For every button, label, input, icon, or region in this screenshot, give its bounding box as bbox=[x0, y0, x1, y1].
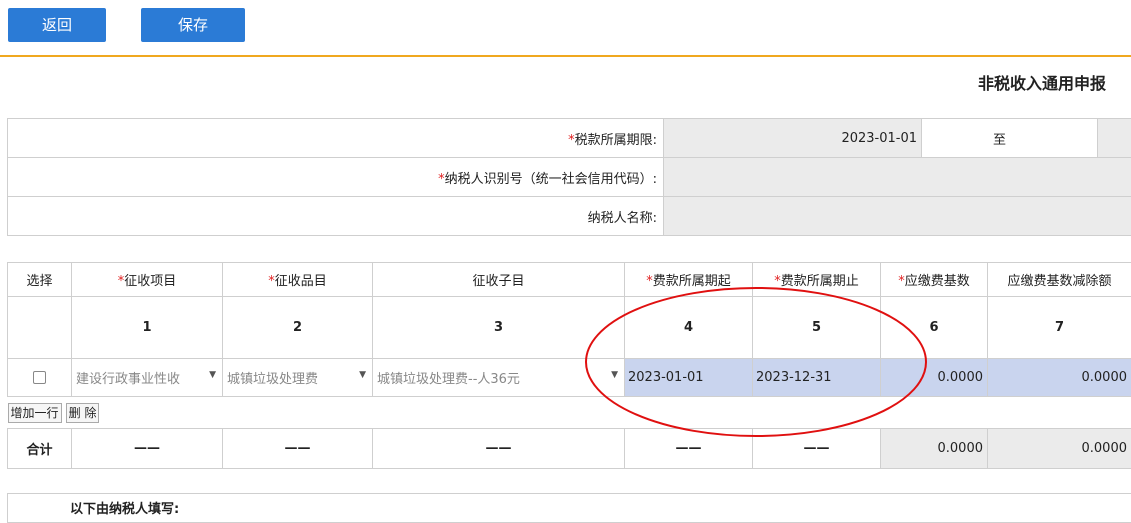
start-date-field[interactable]: 2023-01-01 bbox=[625, 359, 753, 397]
save-button[interactable]: 保存 bbox=[141, 8, 245, 42]
table-header: 选择 *征收项目 *征收品目 征收子目 *费款所属期起 *费款所属期止 *应缴费… bbox=[8, 263, 1131, 297]
col-number: 4 bbox=[625, 297, 753, 359]
taxpayer-name-field[interactable] bbox=[664, 197, 1131, 236]
delete-row-button[interactable]: 删 除 bbox=[66, 403, 100, 423]
toolbar: 返回 保存 bbox=[0, 0, 1131, 57]
period-to-label: 至 bbox=[922, 119, 1098, 158]
fee-table: 选择 *征收项目 *征收品目 征收子目 *费款所属期起 *费款所属期止 *应缴费… bbox=[7, 262, 1131, 469]
item-select[interactable]: 建设行政事业性收 ▼ bbox=[72, 359, 223, 397]
item-value: 建设行政事业性收 bbox=[76, 372, 180, 387]
total-label: 合计 bbox=[8, 429, 72, 469]
total-dash: —— bbox=[223, 429, 373, 469]
taxpayer-name-label: 纳税人名称: bbox=[8, 197, 664, 236]
add-row-button[interactable]: 增加一行 bbox=[8, 403, 62, 423]
total-dash: —— bbox=[625, 429, 753, 469]
page-title: 非税收入通用申报 bbox=[978, 70, 1106, 94]
col-number: 7 bbox=[988, 297, 1131, 359]
total-dash: —— bbox=[72, 429, 223, 469]
col-header-category: *征收品目 bbox=[223, 263, 373, 297]
period-end-field[interactable] bbox=[1098, 119, 1131, 158]
taxpayer-id-label: *纳税人识别号（统一社会信用代码）: bbox=[8, 158, 664, 197]
col-header-end: *费款所属期止 bbox=[753, 263, 881, 297]
deduction-amount-field[interactable]: 0.0000 bbox=[988, 359, 1131, 397]
total-deduction: 0.0000 bbox=[988, 429, 1131, 469]
period-start-field[interactable]: 2023-01-01 bbox=[664, 119, 922, 158]
row-select-cell bbox=[8, 359, 72, 397]
period-label: *税款所属期限: bbox=[8, 119, 664, 158]
taxpayer-id-field[interactable] bbox=[664, 158, 1131, 197]
total-row: 合计 —— —— —— —— —— 0.0000 0.0000 bbox=[8, 429, 1131, 469]
row-checkbox[interactable] bbox=[33, 371, 46, 384]
dropdown-arrow-icon: ▼ bbox=[209, 370, 216, 380]
category-select[interactable]: 城镇垃圾处理费 ▼ bbox=[223, 359, 373, 397]
category-value: 城镇垃圾处理费 bbox=[227, 372, 318, 387]
end-date-field[interactable]: 2023-12-31 bbox=[753, 359, 881, 397]
total-dash: —— bbox=[753, 429, 881, 469]
col-number bbox=[8, 297, 72, 359]
total-dash: —— bbox=[373, 429, 625, 469]
taxpayer-section-label: 以下由纳税人填写: bbox=[70, 498, 179, 517]
total-base: 0.0000 bbox=[881, 429, 988, 469]
column-number-row: 1 2 3 4 5 6 7 bbox=[8, 297, 1131, 359]
dropdown-arrow-icon: ▼ bbox=[359, 370, 366, 380]
base-amount-field[interactable]: 0.0000 bbox=[881, 359, 988, 397]
table-row: 建设行政事业性收 ▼ 城镇垃圾处理费 ▼ 城镇垃圾处理费--人36元 ▼ 2023-0… bbox=[8, 359, 1131, 397]
col-number: 3 bbox=[373, 297, 625, 359]
col-header-base: *应缴费基数 bbox=[881, 263, 988, 297]
taxpayer-section: 以下由纳税人填写: bbox=[7, 493, 1131, 523]
col-number: 2 bbox=[223, 297, 373, 359]
back-button[interactable]: 返回 bbox=[8, 8, 106, 42]
col-header-item: *征收项目 bbox=[72, 263, 223, 297]
col-header-deduction: 应缴费基数减除额 bbox=[988, 263, 1131, 297]
col-header-start: *费款所属期起 bbox=[625, 263, 753, 297]
col-header-subitem: 征收子目 bbox=[373, 263, 625, 297]
col-number: 5 bbox=[753, 297, 881, 359]
col-number: 6 bbox=[881, 297, 988, 359]
subitem-value: 城镇垃圾处理费--人36元 bbox=[377, 372, 520, 387]
subitem-select[interactable]: 城镇垃圾处理费--人36元 ▼ bbox=[373, 359, 625, 397]
dropdown-arrow-icon: ▼ bbox=[611, 370, 618, 380]
col-header-select: 选择 bbox=[8, 263, 72, 297]
header-form: *税款所属期限: 2023-01-01 至 *纳税人识别号（统一社会信用代码）:… bbox=[7, 118, 1131, 236]
row-actions: 增加一行 删 除 bbox=[8, 397, 1131, 429]
col-number: 1 bbox=[72, 297, 223, 359]
